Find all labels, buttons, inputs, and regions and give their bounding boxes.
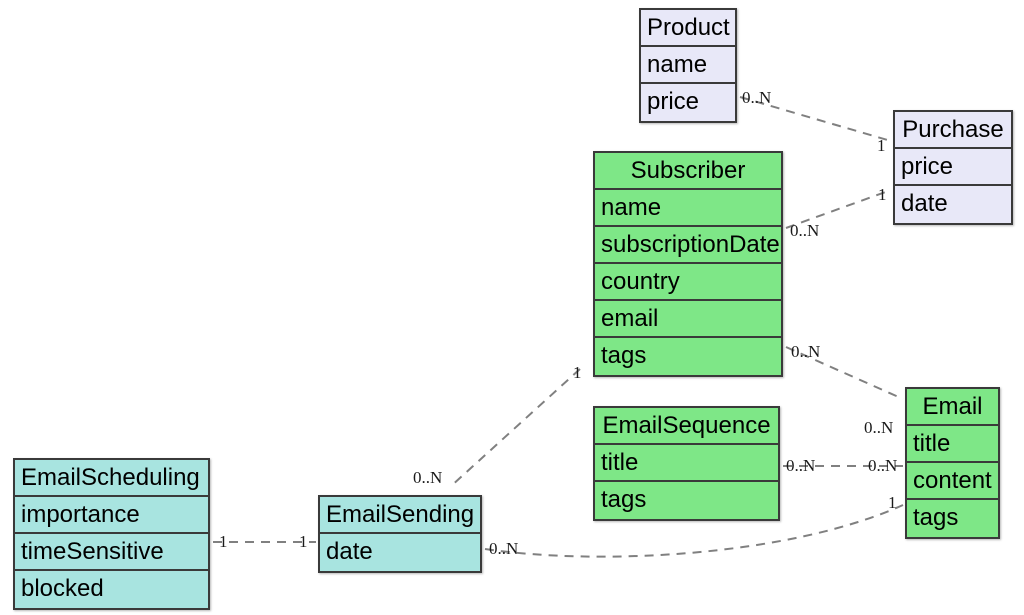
entity-subscriber-attribute-name: name: [595, 190, 781, 227]
entity-subscriber[interactable]: Subscriber name subscriptionDate country…: [593, 151, 783, 377]
multiplicity-emailsending-to-subscriber: 0..N: [413, 468, 443, 487]
multiplicity-emailscheduling-to-emailsending: 1: [219, 532, 228, 551]
multiplicity-email-from-subscriber: 0..N: [864, 418, 894, 437]
entity-emailscheduling-attribute-importance: importance: [15, 497, 208, 534]
entity-emailscheduling-attribute-timesensitive: timeSensitive: [15, 534, 208, 571]
entity-product-attribute-price: price: [641, 84, 735, 121]
entity-purchase-attribute-price: price: [895, 149, 1011, 186]
multiplicity-subscriber-to-email: 0..N: [791, 342, 821, 361]
entity-emailsending[interactable]: EmailSending date: [318, 495, 482, 573]
entity-emailscheduling[interactable]: EmailScheduling importance timeSensitive…: [13, 458, 210, 610]
entity-subscriber-attribute-email: email: [595, 301, 781, 338]
entity-emailscheduling-title: EmailScheduling: [15, 460, 208, 497]
entity-email-attribute-title: title: [907, 426, 998, 463]
multiplicity-purchase-from-product: 1: [877, 136, 886, 155]
multiplicity-emailsending-from-emailscheduling: 1: [299, 532, 308, 551]
multiplicity-subscriber-to-purchase: 0..N: [790, 221, 820, 240]
entity-subscriber-attribute-country: country: [595, 264, 781, 301]
multiplicity-product-to-purchase: 0..N: [742, 88, 772, 107]
entity-email-attribute-tags: tags: [907, 500, 998, 537]
entity-product-title: Product: [641, 10, 735, 47]
entity-product-attribute-name: name: [641, 47, 735, 84]
entity-subscriber-attribute-subscriptiondate: subscriptionDate: [595, 227, 781, 264]
entity-emailsequence-attribute-tags: tags: [595, 482, 778, 519]
entity-purchase[interactable]: Purchase price date: [893, 110, 1013, 225]
entity-email-attribute-content: content: [907, 463, 998, 500]
multiplicity-subscriber-to-emailsending: 1: [573, 363, 582, 382]
entity-emailsequence[interactable]: EmailSequence title tags: [593, 406, 780, 521]
uml-class-diagram: Product name price Purchase price date S…: [0, 0, 1024, 615]
entity-emailscheduling-attribute-blocked: blocked: [15, 571, 208, 608]
entity-purchase-title: Purchase: [895, 112, 1011, 149]
entity-subscriber-title: Subscriber: [595, 153, 781, 190]
entity-emailsending-title: EmailSending: [320, 497, 480, 534]
entity-email-title: Email: [907, 389, 998, 426]
entity-emailsending-attribute-date: date: [320, 534, 480, 571]
multiplicity-purchase-from-subscriber: 1: [878, 185, 887, 204]
multiplicity-emailsequence-to-email: 0..N: [786, 456, 816, 475]
entity-email[interactable]: Email title content tags: [905, 387, 1000, 539]
entity-product[interactable]: Product name price: [639, 8, 737, 123]
edge-subscriber-emailsending: [449, 368, 581, 488]
multiplicity-emailsending-to-email: 0..N: [489, 539, 519, 558]
entity-subscriber-attribute-tags: tags: [595, 338, 781, 375]
entity-emailsequence-attribute-title: title: [595, 445, 778, 482]
multiplicity-email-from-emailsequence: 0..N: [868, 456, 898, 475]
multiplicity-email-from-emailsending: 1: [888, 493, 897, 512]
entity-emailsequence-title: EmailSequence: [595, 408, 778, 445]
entity-purchase-attribute-date: date: [895, 186, 1011, 223]
